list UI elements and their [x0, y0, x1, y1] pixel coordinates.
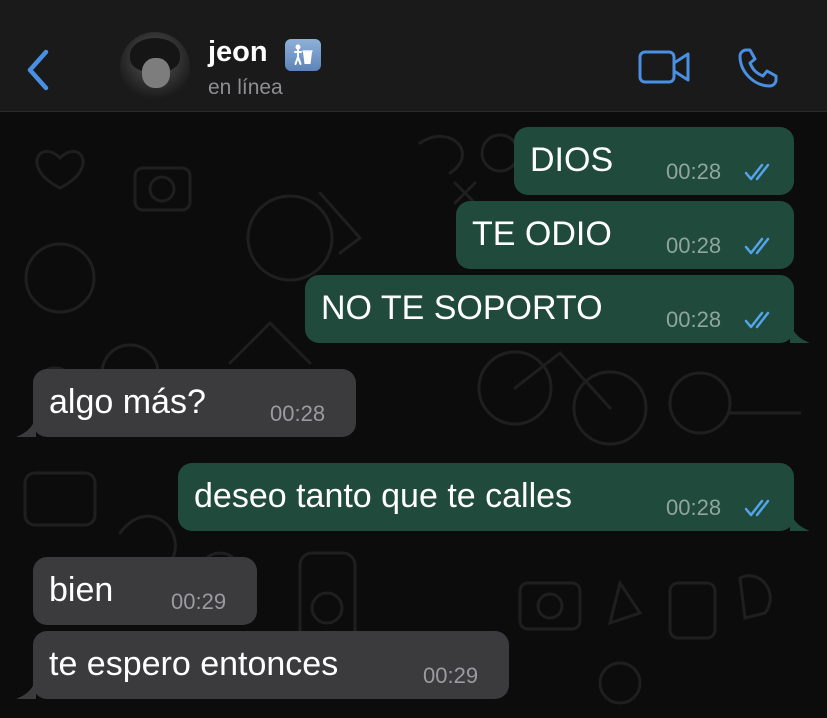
contact-name[interactable]: jeon	[208, 36, 268, 69]
message-text: te espero entonces	[49, 645, 339, 683]
read-receipt-icon	[744, 163, 770, 181]
message-time: 00:28	[666, 233, 722, 258]
phone-icon	[738, 48, 778, 88]
presence-status: en línea	[208, 76, 283, 99]
message-time: 00:29	[423, 663, 479, 688]
message-text: NO TE SOPORTO	[321, 289, 603, 327]
message-bubble-incoming[interactable]: algo más? 00:28	[33, 369, 356, 437]
message-bubble-outgoing[interactable]: deseo tanto que te calles 00:28	[178, 463, 794, 531]
chevron-left-icon	[27, 49, 49, 91]
bubble-tail	[790, 321, 810, 343]
message-time: 00:29	[171, 589, 227, 614]
message-time: 00:28	[666, 495, 722, 520]
message-text: DIOS	[530, 141, 614, 179]
video-call-button[interactable]	[638, 48, 692, 88]
bubble-tail	[790, 509, 810, 531]
read-receipt-icon	[744, 237, 770, 255]
bubble-tail	[16, 677, 36, 699]
contact-avatar[interactable]	[120, 32, 190, 102]
message-text: algo más?	[49, 383, 206, 421]
message-bubble-outgoing[interactable]: NO TE SOPORTO 00:28	[305, 275, 794, 343]
message-time: 00:28	[666, 307, 722, 332]
message-bubble-incoming[interactable]: te espero entonces 00:29	[33, 631, 509, 699]
message-time: 00:28	[270, 401, 326, 426]
message-list[interactable]: DIOS 00:28 TE ODIO 00:28 NO TE SOPORTO 0…	[0, 113, 827, 718]
read-receipt-icon	[744, 499, 770, 517]
bubble-tail	[16, 415, 36, 437]
message-bubble-outgoing[interactable]: TE ODIO 00:28	[456, 201, 794, 269]
voice-call-button[interactable]	[736, 46, 780, 90]
message-time: 00:28	[666, 159, 722, 184]
message-text: TE ODIO	[472, 215, 612, 253]
chat-header: jeon en línea	[0, 0, 827, 112]
back-button[interactable]	[18, 44, 58, 96]
trash-icon	[285, 39, 321, 71]
message-bubble-outgoing[interactable]: DIOS 00:28	[514, 127, 794, 195]
message-bubble-incoming[interactable]: bien 00:29	[33, 557, 257, 625]
read-receipt-icon	[744, 311, 770, 329]
message-text: deseo tanto que te calles	[194, 477, 573, 515]
video-camera-icon	[638, 50, 690, 84]
message-text: bien	[49, 571, 114, 609]
